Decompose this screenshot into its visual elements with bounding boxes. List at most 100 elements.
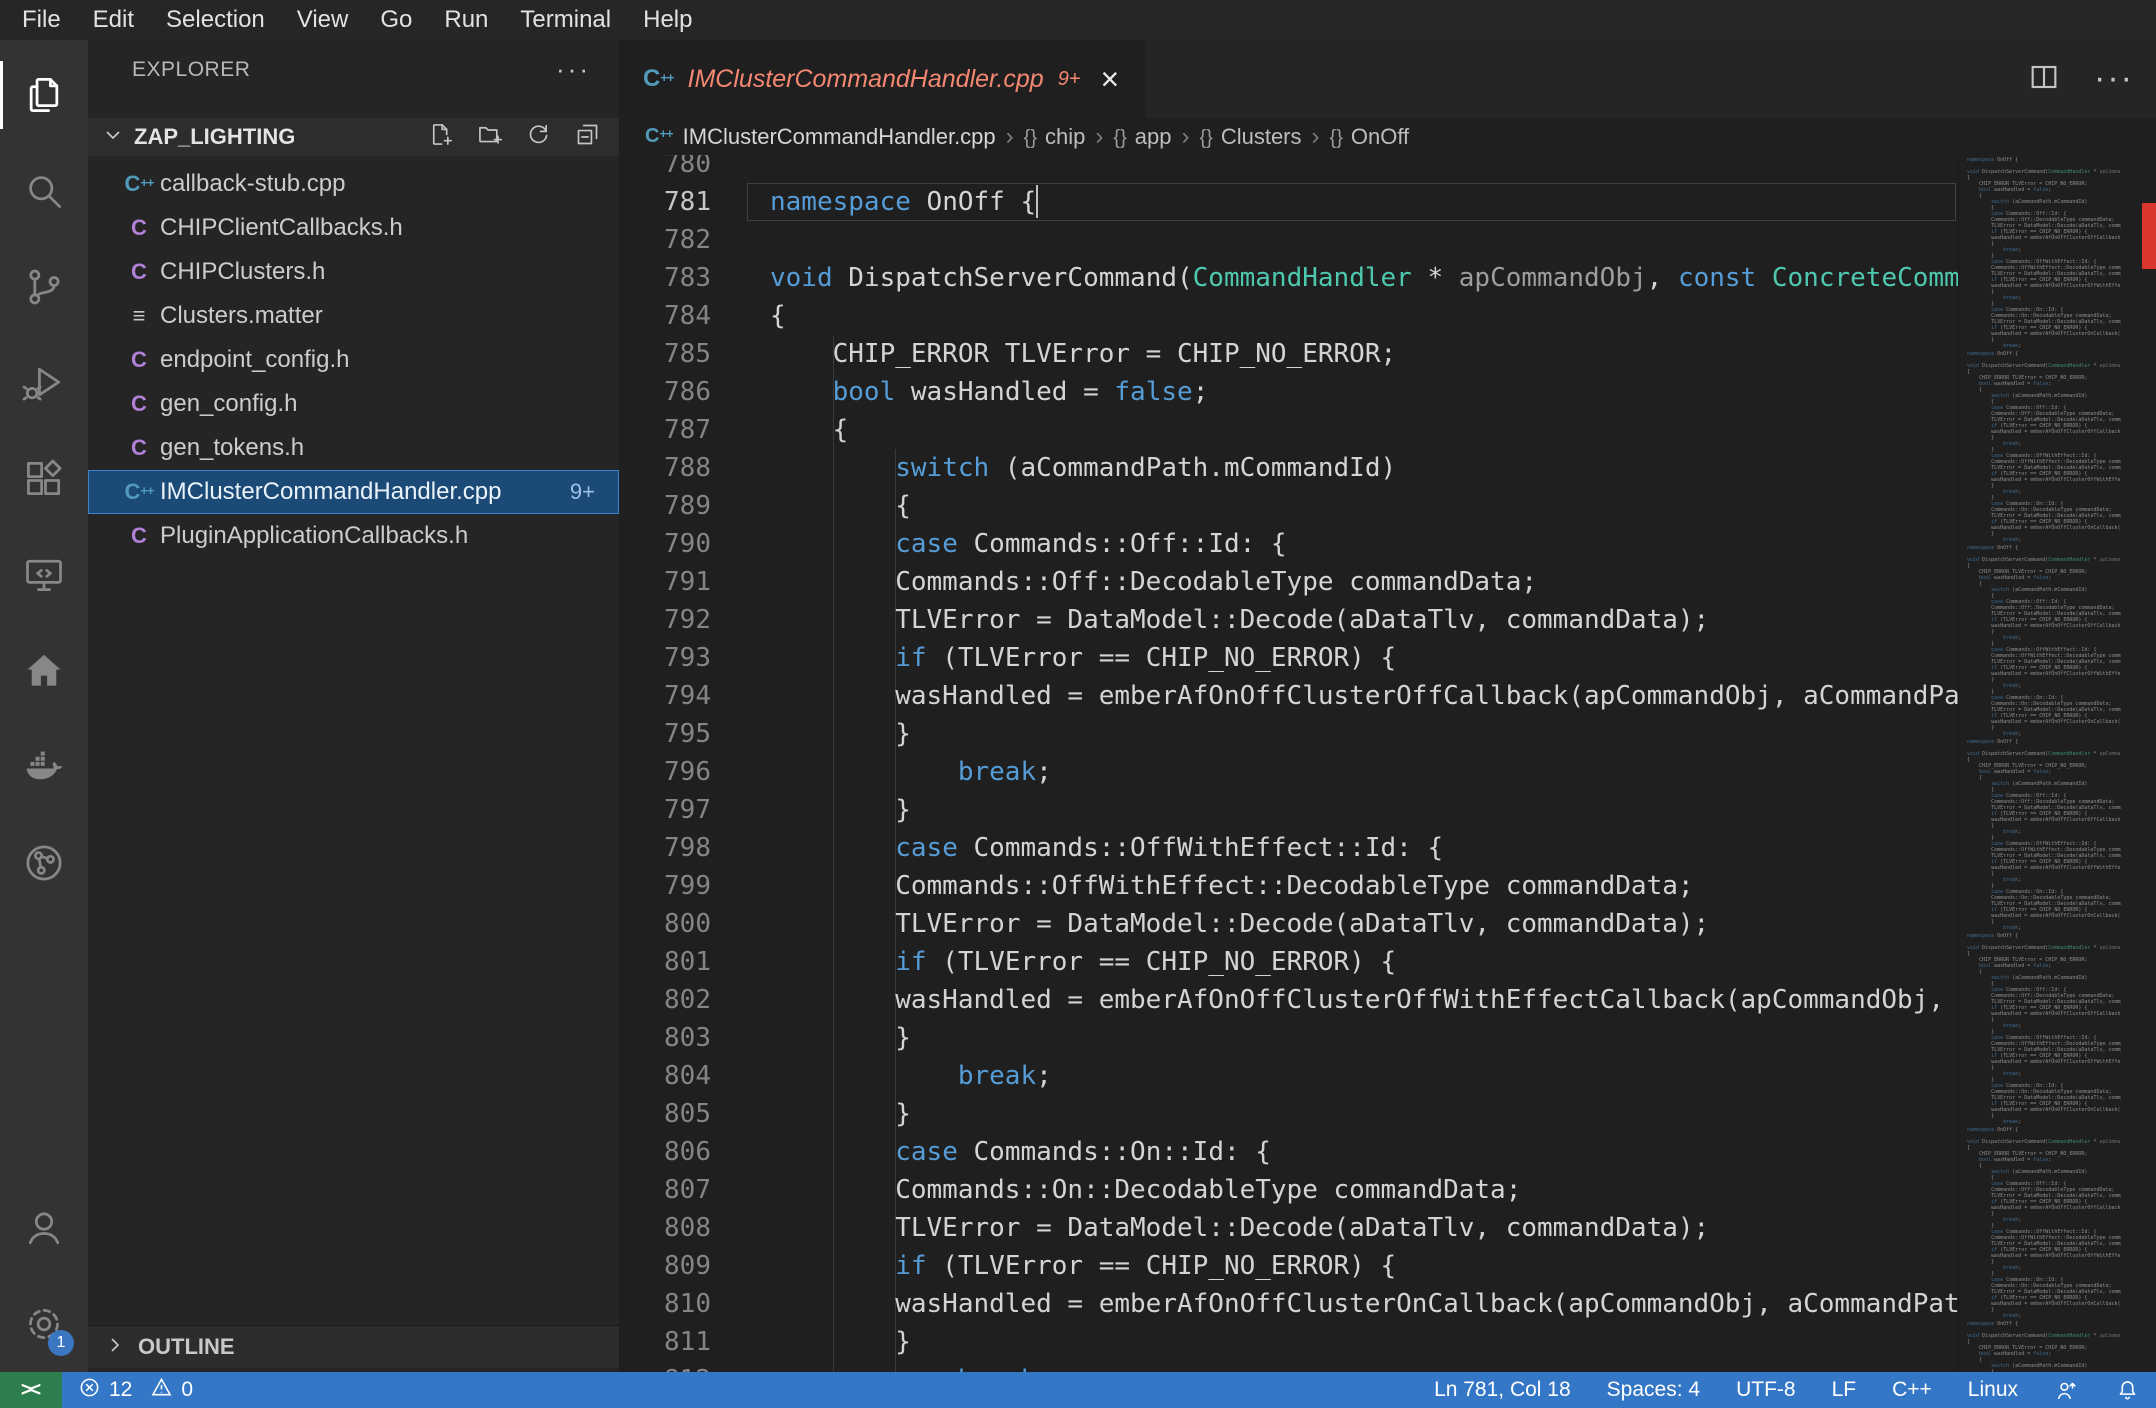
- chevron-right-icon: [106, 1336, 124, 1359]
- cpp-file-icon: C++: [643, 65, 675, 92]
- editor-more-actions-icon[interactable]: ···: [2094, 62, 2134, 95]
- activity-accounts-icon[interactable]: [0, 1180, 88, 1276]
- file-label: gen_tokens.h: [160, 434, 305, 461]
- menu-run[interactable]: Run: [428, 0, 504, 40]
- folder-section-header[interactable]: ZAP_LIGHTING: [88, 118, 619, 156]
- activity-home-icon[interactable]: [0, 623, 88, 719]
- breadcrumb-item-chip[interactable]: chip: [1045, 124, 1085, 149]
- menu-help[interactable]: Help: [627, 0, 708, 40]
- outline-section-title: OUTLINE: [138, 1334, 235, 1359]
- notifications-bell-icon[interactable]: [2115, 1378, 2140, 1403]
- feedback-icon[interactable]: [2054, 1378, 2079, 1403]
- line-number: 810: [664, 1289, 711, 1319]
- breadcrumb-item-OnOff[interactable]: OnOff: [1351, 124, 1409, 149]
- minimap-code-block: namespace OnOff { void DispatchServerCom…: [1967, 739, 2121, 931]
- status-ln-781-col-18[interactable]: Ln 781, Col 18: [1434, 1378, 1571, 1402]
- activity-settings-icon[interactable]: 1: [0, 1276, 88, 1372]
- code-line-781: 781 namespace OnOff {: [619, 183, 1958, 221]
- activity-remote-explorer-icon[interactable]: [0, 527, 88, 623]
- minimap-code-block: namespace OnOff { void DispatchServerCom…: [1967, 545, 2121, 737]
- line-number: 790: [664, 529, 711, 559]
- line-number: 809: [664, 1251, 711, 1281]
- file-item-PluginApplicationCallbacks.h[interactable]: C PluginApplicationCallbacks.h: [88, 514, 619, 558]
- code-line-810: 810 wasHandled = emberAfOnOffClusterOnCa…: [619, 1285, 1958, 1323]
- menu-selection[interactable]: Selection: [150, 0, 281, 40]
- split-editor-icon[interactable]: [2028, 61, 2060, 98]
- matter-file-icon: ≡: [132, 303, 146, 328]
- status-utf-8[interactable]: UTF-8: [1736, 1378, 1796, 1402]
- activity-search-icon[interactable]: [0, 143, 88, 239]
- activity-explorer-icon[interactable]: [0, 47, 88, 143]
- code-line-808: 808 TLVError = DataModel::Decode(aDataTl…: [619, 1209, 1958, 1247]
- file-item-gen_tokens.h[interactable]: Cgen_tokens.h: [88, 426, 619, 470]
- activity-docker-icon[interactable]: [0, 719, 88, 815]
- code-line-812: 812 break;: [619, 1361, 1958, 1372]
- menu-file[interactable]: File: [6, 0, 77, 40]
- breadcrumb-item-app[interactable]: app: [1135, 124, 1172, 149]
- breadcrumb-item-Clusters[interactable]: Clusters: [1221, 124, 1302, 149]
- file-item-endpoint_config.h[interactable]: Cendpoint_config.h: [88, 338, 619, 382]
- line-number: 788: [664, 453, 711, 483]
- activity-source-control-icon[interactable]: [0, 239, 88, 335]
- chevron-down-icon: [104, 126, 122, 149]
- vscode-window: File Edit Selection View Go Run Terminal Help 1…: [0, 0, 2156, 1408]
- code-line-803: 803 }: [619, 1019, 1958, 1057]
- problems-status[interactable]: 12 0: [78, 1372, 193, 1408]
- code-line-798: 798 case Commands::OffWithEffect::Id: {: [619, 829, 1958, 867]
- line-number: 800: [664, 909, 711, 939]
- file-item-Clusters.matter[interactable]: ≡ Clusters.matter: [88, 294, 619, 338]
- menu-terminal[interactable]: Terminal: [504, 0, 627, 40]
- line-number: 789: [664, 491, 711, 521]
- file-item-gen_config.h[interactable]: Cgen_config.h: [88, 382, 619, 426]
- line-number: 807: [664, 1175, 711, 1205]
- file-item-callback-stub.cpp[interactable]: C++ callback-stub.cpp: [88, 162, 619, 206]
- cpp-file-icon: C++: [124, 479, 154, 504]
- code-line-800: 800 TLVError = DataModel::Decode(aDataTl…: [619, 905, 1958, 943]
- minimap[interactable]: namespace OnOff { void DispatchServerCom…: [1958, 155, 2121, 1372]
- status-c-[interactable]: C++: [1892, 1378, 1932, 1402]
- tab-close-icon[interactable]: ×: [1101, 63, 1120, 95]
- activity-run-debug-icon[interactable]: [0, 335, 88, 431]
- line-number: 799: [664, 871, 711, 901]
- line-number: 803: [664, 1023, 711, 1053]
- overview-ruler[interactable]: [2120, 155, 2156, 1372]
- tab-imclustercommandhandler[interactable]: C++ IMClusterCommandHandler.cpp 9+ ×: [619, 40, 1145, 118]
- status-lf[interactable]: LF: [1832, 1378, 1857, 1402]
- code-line-811: 811 }: [619, 1323, 1958, 1361]
- new-folder-icon[interactable]: [476, 121, 503, 153]
- warning-count: 0: [181, 1378, 194, 1401]
- file-item-CHIPClusters.h[interactable]: C CHIPClusters.h: [88, 250, 619, 294]
- activity-extensions-icon[interactable]: [0, 431, 88, 527]
- file-item-IMClusterCommandHandler.cpp[interactable]: C++ IMClusterCommandHandler.cpp 9+: [88, 470, 619, 514]
- new-file-icon[interactable]: [427, 121, 454, 153]
- code-line-806: 806 case Commands::On::Id: {: [619, 1133, 1958, 1171]
- line-number: 793: [664, 643, 711, 673]
- status-linux[interactable]: Linux: [1968, 1378, 2018, 1402]
- c-header-file-icon: C: [131, 215, 147, 240]
- status-spaces-4[interactable]: Spaces: 4: [1607, 1378, 1700, 1402]
- breadcrumb-file[interactable]: IMClusterCommandHandler.cpp: [683, 124, 996, 150]
- activity-git-graph-icon[interactable]: [0, 815, 88, 911]
- activity-bar: 1: [0, 40, 88, 1372]
- menu-edit[interactable]: Edit: [77, 0, 150, 40]
- code-line-792: 792 TLVError = DataModel::Decode(aDataTl…: [619, 601, 1958, 639]
- code-lines: 780 781 namespace OnOff {782 783 void Dispat…: [619, 155, 1958, 1372]
- file-label: IMClusterCommandHandler.cpp: [160, 478, 502, 505]
- sidebar-more-actions-button[interactable]: ···: [556, 54, 591, 85]
- file-label: callback-stub.cpp: [160, 170, 346, 197]
- line-number: 812: [619, 1361, 711, 1372]
- menu-view[interactable]: View: [281, 0, 365, 40]
- file-problem-badge: 9+: [569, 479, 595, 504]
- file-item-CHIPClientCallbacks.h[interactable]: C CHIPClientCallbacks.h: [88, 206, 619, 250]
- outline-section-header[interactable]: OUTLINE: [88, 1325, 619, 1368]
- refresh-icon[interactable]: [525, 121, 552, 153]
- collapse-all-icon[interactable]: [574, 121, 601, 153]
- line-number: 780: [664, 155, 711, 179]
- line-number: 781: [664, 187, 711, 217]
- c-header-file-icon: C: [131, 391, 147, 416]
- remote-indicator[interactable]: ><: [0, 1372, 62, 1408]
- menu-go[interactable]: Go: [364, 0, 428, 40]
- code-editor[interactable]: 780 781 namespace OnOff {782 783 void Dispat…: [619, 155, 1958, 1372]
- minimap-code-block: namespace OnOff { void DispatchServerCom…: [1967, 1321, 2121, 1372]
- activity-bar-top: [0, 47, 88, 911]
